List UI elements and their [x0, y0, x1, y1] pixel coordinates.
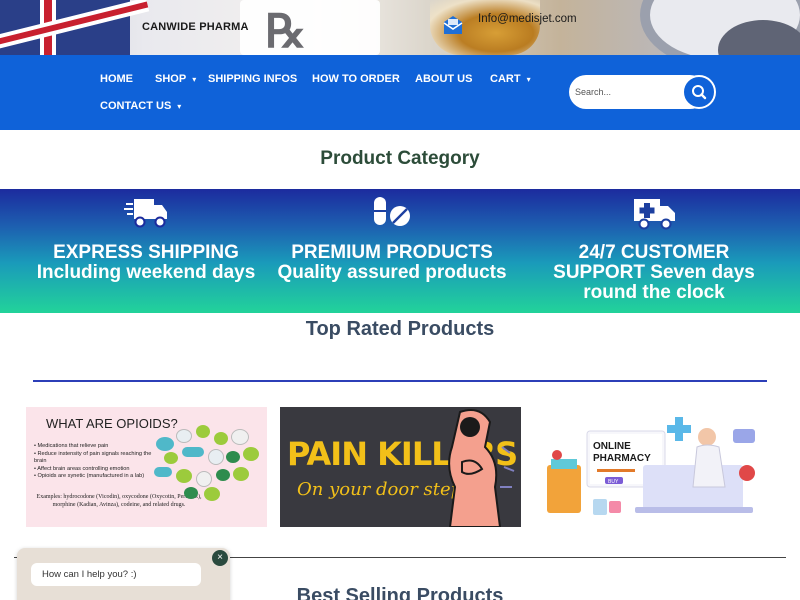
feature-subtitle: Including weekend days: [36, 262, 256, 283]
envelope-icon: [443, 16, 463, 34]
card-subtitle: PHARMACY: [593, 453, 651, 464]
flag-decoration: [0, 0, 150, 55]
brand-logo[interactable]: CANWIDE PHARMA: [142, 21, 249, 33]
card-examples: Examples: hydrocodone (Vicodin), oxycodo…: [36, 494, 202, 508]
top-banner: ℞ CANWIDE PHARMA Info@medisjet.com: [0, 0, 800, 55]
contact-email[interactable]: Info@medisjet.com: [478, 12, 577, 27]
chevron-down-icon: ▾: [192, 75, 197, 84]
feature-subtitle: Quality assured products: [277, 262, 507, 283]
feature-title: 24/7 CUSTOMER: [578, 242, 730, 263]
product-card-pain-killers[interactable]: PAIN KILLERS On your door step: [280, 407, 521, 527]
feature-express-shipping: EXPRESS SHIPPING Including weekend days: [30, 189, 262, 283]
nav-home[interactable]: HOME: [100, 73, 133, 85]
delivery-truck-icon: [124, 199, 167, 228]
search-icon: [692, 85, 707, 100]
top-rated-heading: Top Rated Products: [305, 318, 495, 340]
search-input[interactable]: [575, 83, 675, 101]
ambulance-icon: [634, 199, 675, 230]
card-subtitle: On your door step: [297, 479, 463, 500]
search-button[interactable]: [682, 75, 716, 109]
product-card-online-pharmacy[interactable]: ONLINE PHARMACY BUY: [535, 407, 776, 527]
feature-customer-support: 24/7 CUSTOMER SUPPORT Seven days round t…: [540, 189, 768, 303]
nav-shop[interactable]: SHOP ▾: [155, 73, 196, 85]
product-category-heading: Product Category: [320, 148, 480, 169]
close-icon[interactable]: ×: [212, 550, 228, 566]
online-pharmacy-illustration: ONLINE PHARMACY BUY: [547, 417, 755, 515]
nav-contact-us[interactable]: CONTACT US ▾: [100, 100, 181, 112]
buy-button: BUY: [608, 479, 619, 485]
feature-subtitle: SUPPORT Seven days round the clock: [553, 262, 755, 303]
section-divider: [33, 380, 767, 382]
product-card-opioids[interactable]: WHAT ARE OPIOIDS? Medications that relie…: [26, 407, 267, 527]
feature-title: PREMIUM PRODUCTS: [291, 242, 493, 263]
rx-symbol-decoration: ℞: [265, 6, 307, 55]
nav-how-to-order[interactable]: HOW TO ORDER: [312, 73, 400, 85]
card-title: WHAT ARE OPIOIDS?: [46, 416, 178, 431]
features-band: EXPRESS SHIPPING Including weekend days …: [0, 189, 800, 313]
chat-message[interactable]: How can I help you? :): [31, 563, 201, 586]
nav-about-us[interactable]: ABOUT US: [415, 73, 472, 85]
card-bullet-list: Medications that relieve pain Reduce ins…: [34, 443, 164, 481]
chevron-down-icon: ▾: [177, 102, 182, 111]
person-in-pain-image: [448, 409, 515, 527]
card-title: ONLINE: [593, 441, 631, 452]
feature-title: EXPRESS SHIPPING: [53, 242, 239, 263]
chevron-down-icon: ▾: [526, 75, 531, 84]
main-nav: HOME SHOP ▾ SHIPPING INFOS HOW TO ORDER A…: [0, 55, 800, 130]
feature-premium-products: PREMIUM PRODUCTS Quality assured product…: [272, 189, 512, 283]
nav-shipping-infos[interactable]: SHIPPING INFOS: [208, 73, 297, 85]
nav-cart[interactable]: CART ▾: [490, 73, 531, 85]
rx-card-decoration: [240, 0, 380, 55]
pills-icon: [374, 197, 410, 226]
